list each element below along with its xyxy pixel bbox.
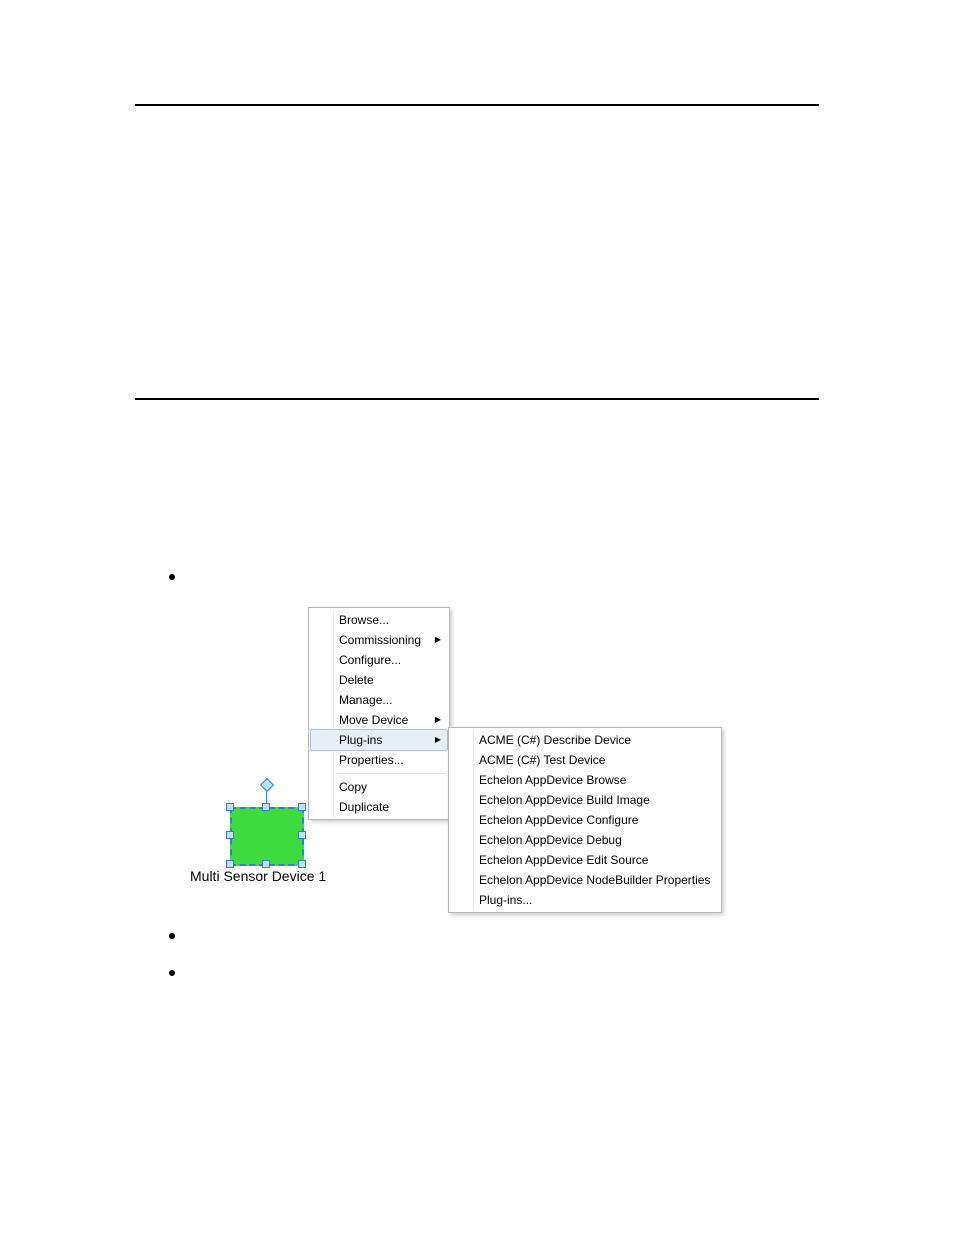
bullet	[169, 970, 175, 976]
menu-item-label: Delete	[339, 673, 374, 687]
menu-item-label: Echelon AppDevice Edit Source	[479, 853, 648, 867]
menu-item-label: Move Device	[339, 713, 408, 727]
menu-item-duplicate[interactable]: Duplicate	[311, 797, 447, 817]
menu-item-label: ACME (C#) Describe Device	[479, 733, 631, 747]
submenu-item-acme-test[interactable]: ACME (C#) Test Device	[451, 750, 719, 770]
resize-handle-sw[interactable]	[226, 860, 234, 868]
submenu-item-echelon-nodebuilder-properties[interactable]: Echelon AppDevice NodeBuilder Properties	[451, 870, 719, 890]
resize-handle-s[interactable]	[262, 860, 270, 868]
screenshot-region: Multi Sensor Device 1 Browse... Commissi…	[190, 605, 750, 910]
menu-item-label: Duplicate	[339, 800, 389, 814]
menu-item-configure[interactable]: Configure...	[311, 650, 447, 670]
menu-item-label: Properties...	[339, 753, 404, 767]
resize-handle-n[interactable]	[262, 803, 270, 811]
submenu-item-acme-describe[interactable]: ACME (C#) Describe Device	[451, 730, 719, 750]
device-label: Multi Sensor Device 1	[190, 868, 326, 884]
menu-item-label: Manage...	[339, 693, 392, 707]
menu-item-label: Echelon AppDevice Browse	[479, 773, 626, 787]
device-shape[interactable]	[230, 807, 304, 866]
menu-item-label: Plug-ins...	[479, 893, 532, 907]
context-menu: Browse... Commissioning ▶ Configure... D…	[308, 607, 450, 820]
menu-item-label: ACME (C#) Test Device	[479, 753, 605, 767]
page-rule-mid	[135, 398, 819, 400]
submenu-arrow-icon: ▶	[435, 632, 441, 648]
bullet	[169, 933, 175, 939]
menu-item-label: Echelon AppDevice Debug	[479, 833, 622, 847]
resize-handle-nw[interactable]	[226, 803, 234, 811]
submenu-item-echelon-debug[interactable]: Echelon AppDevice Debug	[451, 830, 719, 850]
menu-item-label: Commissioning	[339, 633, 421, 647]
menu-separator	[337, 773, 445, 774]
resize-handle-se[interactable]	[298, 860, 306, 868]
menu-item-delete[interactable]: Delete	[311, 670, 447, 690]
resize-handle-ne[interactable]	[298, 803, 306, 811]
menu-item-label: Configure...	[339, 653, 401, 667]
bullet	[169, 574, 175, 580]
submenu-item-plugins-more[interactable]: Plug-ins...	[451, 890, 719, 910]
menu-item-commissioning[interactable]: Commissioning ▶	[311, 630, 447, 650]
submenu-arrow-icon: ▶	[435, 712, 441, 728]
menu-item-label: Plug-ins	[339, 733, 382, 747]
menu-item-properties[interactable]: Properties...	[311, 750, 447, 770]
menu-item-label: Browse...	[339, 613, 389, 627]
submenu-arrow-icon: ▶	[435, 732, 441, 748]
menu-item-browse[interactable]: Browse...	[311, 610, 447, 630]
menu-item-label: Echelon AppDevice Build Image	[479, 793, 650, 807]
resize-handle-w[interactable]	[226, 831, 234, 839]
page-rule-top	[135, 104, 819, 106]
submenu-item-echelon-build-image[interactable]: Echelon AppDevice Build Image	[451, 790, 719, 810]
menu-item-label: Echelon AppDevice NodeBuilder Properties	[479, 873, 710, 887]
submenu-item-echelon-browse[interactable]: Echelon AppDevice Browse	[451, 770, 719, 790]
plugins-submenu: ACME (C#) Describe Device ACME (C#) Test…	[448, 727, 722, 913]
menu-item-manage[interactable]: Manage...	[311, 690, 447, 710]
menu-item-copy[interactable]: Copy	[311, 777, 447, 797]
resize-handle-e[interactable]	[298, 831, 306, 839]
menu-item-label: Echelon AppDevice Configure	[479, 813, 638, 827]
menu-item-plugins[interactable]: Plug-ins ▶	[310, 729, 448, 751]
submenu-item-echelon-configure[interactable]: Echelon AppDevice Configure	[451, 810, 719, 830]
device-rotation-handle[interactable]	[260, 778, 274, 792]
submenu-item-echelon-edit-source[interactable]: Echelon AppDevice Edit Source	[451, 850, 719, 870]
menu-item-label: Copy	[339, 780, 367, 794]
menu-item-move-device[interactable]: Move Device ▶	[311, 710, 447, 730]
